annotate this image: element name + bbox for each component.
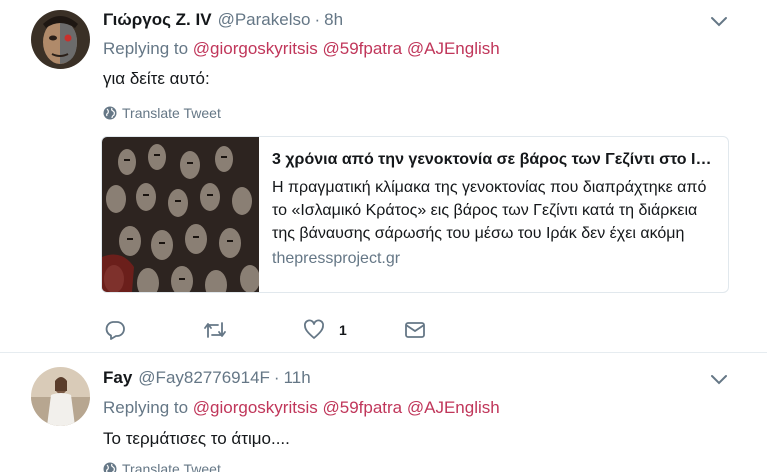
replying-label: Replying to <box>103 398 189 417</box>
like-button[interactable]: 1 <box>303 318 347 342</box>
globe-icon <box>103 106 117 120</box>
display-name[interactable]: Γιώργος Ζ. IV <box>103 10 212 30</box>
mention-link[interactable]: @AJEnglish <box>407 39 500 58</box>
username[interactable]: @Parakelso <box>218 10 311 30</box>
heart-icon <box>304 319 324 339</box>
tweet-header: Γιώργος Ζ. IV @Parakelso · 8h <box>103 9 343 31</box>
tweet[interactable]: Γιώργος Ζ. IV @Parakelso · 8h Replying t… <box>0 0 767 353</box>
reply-button[interactable] <box>104 318 126 342</box>
separator: · <box>314 10 321 29</box>
direct-message-button[interactable] <box>403 318 427 342</box>
mention-link[interactable]: @giorgoskyritsis <box>193 398 318 417</box>
tweet-text: για δείτε αυτό: <box>103 69 210 88</box>
separator: · <box>273 368 280 387</box>
reply-icon <box>105 321 125 340</box>
replying-to: Replying to @giorgoskyritsis @59fpatra @… <box>103 39 500 59</box>
mention-link[interactable]: @59fpatra <box>322 398 402 417</box>
retweet-button[interactable] <box>203 318 227 342</box>
envelope-icon <box>405 322 425 338</box>
card-thumbnail <box>102 137 260 292</box>
translate-tweet-link[interactable]: Translate Tweet <box>103 105 221 121</box>
avatar[interactable] <box>31 367 90 426</box>
username[interactable]: @Fay82776914F <box>138 368 270 388</box>
avatar[interactable] <box>31 10 90 69</box>
replying-label: Replying to <box>103 39 189 58</box>
mention-link[interactable]: @giorgoskyritsis <box>193 39 318 58</box>
translate-label: Translate Tweet <box>122 105 221 121</box>
link-card[interactable]: 3 χρόνια από την γενοκτονία σε βάρος των… <box>101 136 729 293</box>
card-description: Η πραγματική κλίμακα της γενοκτονίας που… <box>272 179 707 242</box>
mention-link[interactable]: @59fpatra <box>322 39 402 58</box>
like-count: 1 <box>339 322 347 338</box>
globe-icon <box>103 462 117 472</box>
tweet-header: Fay @Fay82776914F · 11h <box>103 367 311 389</box>
retweet-icon <box>204 322 226 338</box>
card-title[interactable]: 3 χρόνια από την γενοκτονία σε βάρος των… <box>272 150 718 170</box>
chevron-down-icon[interactable] <box>709 369 729 389</box>
chevron-down-icon[interactable] <box>709 11 729 31</box>
translate-label: Translate Tweet <box>122 461 221 472</box>
display-name[interactable]: Fay <box>103 368 132 388</box>
timestamp[interactable]: 11h <box>284 368 311 388</box>
replying-to: Replying to @giorgoskyritsis @59fpatra @… <box>103 398 500 418</box>
timestamp[interactable]: 8h <box>324 10 343 30</box>
translate-tweet-link[interactable]: Translate Tweet <box>103 461 221 472</box>
tweet-text: Το τερμάτισες το άτιμο.... <box>103 429 290 448</box>
card-domain: thepressproject.gr <box>272 250 401 267</box>
mention-link[interactable]: @AJEnglish <box>407 398 500 417</box>
tweet[interactable]: Fay @Fay82776914F · 11h Replying to @gio… <box>0 353 767 472</box>
